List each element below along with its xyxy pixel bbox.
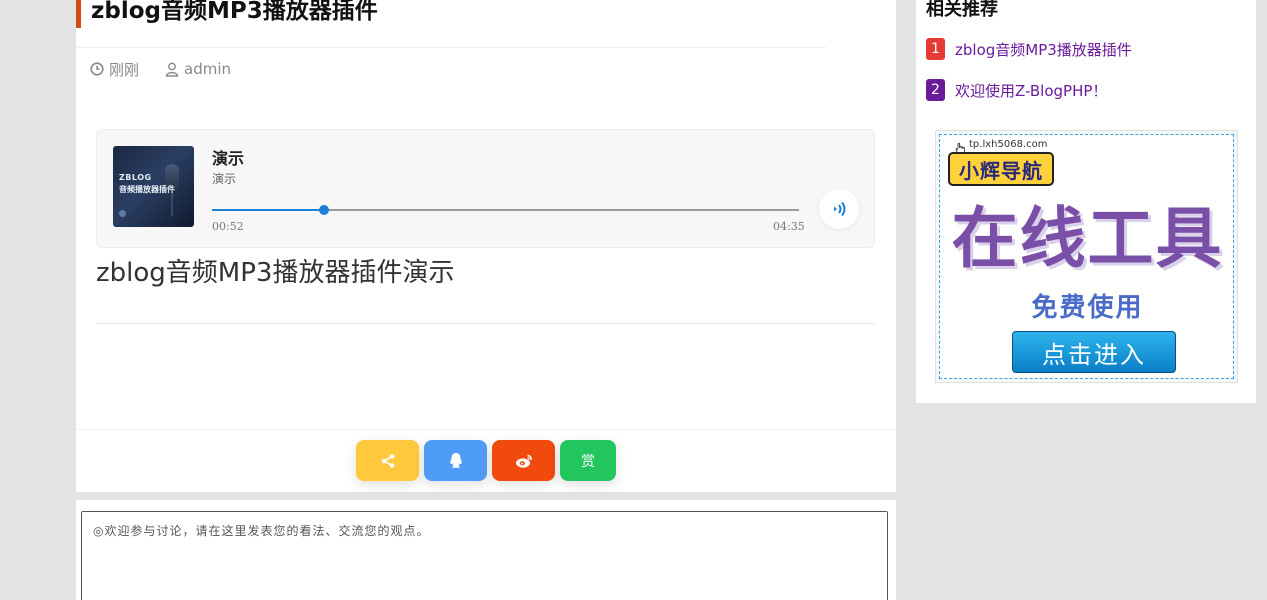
share-button[interactable] xyxy=(356,440,419,481)
reward-label: 赏 xyxy=(581,453,595,470)
progress-bar[interactable] xyxy=(212,205,799,215)
content-divider xyxy=(96,323,875,324)
sidebar-title: 相关推荐 xyxy=(926,0,998,20)
related-item-number: 1 xyxy=(926,38,945,60)
current-time: 00:52 xyxy=(212,220,244,233)
article-title: zblog音频MP3播放器插件 xyxy=(76,0,378,28)
track-artist: 演示 xyxy=(212,172,237,186)
article-panel: zblog音频MP3播放器插件 刚刚 admin ZBLOG 音频播放器插件 演… xyxy=(76,0,896,492)
volume-button[interactable] xyxy=(819,189,859,229)
reward-button[interactable]: 赏 xyxy=(560,440,616,481)
related-item-link[interactable]: zblog音频MP3播放器插件 xyxy=(955,39,1132,60)
ad-headline: 在线工具 xyxy=(951,200,1224,277)
comment-input[interactable]: ◎欢迎参与讨论，请在这里发表您的看法、交流您的观点。 xyxy=(81,511,888,600)
related-item-number: 2 xyxy=(926,79,945,101)
related-item[interactable]: 2 欢迎使用Z-BlogPHP！ xyxy=(926,79,1107,101)
comment-section: ◎欢迎参与讨论，请在这里发表您的看法、交流您的观点。 xyxy=(76,500,896,600)
ad-brand-badge: 小辉导航 xyxy=(948,152,1054,186)
related-item[interactable]: 1 zblog音频MP3播放器插件 xyxy=(926,38,1132,60)
ad-enter-button[interactable]: 点击进入 xyxy=(1012,331,1176,373)
ad-url: tp.lxh5068.com xyxy=(969,139,1048,150)
ad-banner[interactable]: tp.lxh5068.com 小辉导航 在线工具 免费使用 点击进入 xyxy=(935,130,1238,383)
album-cover: ZBLOG 音频播放器插件 xyxy=(113,146,194,227)
share-divider xyxy=(76,429,896,430)
article-body-text: zblog音频MP3播放器插件演示 xyxy=(96,258,455,288)
article-meta: 刚刚 admin xyxy=(90,58,257,80)
track-title: 演示 xyxy=(212,149,245,168)
meta-time: 刚刚 xyxy=(90,59,139,80)
progress-fill xyxy=(212,209,324,211)
user-icon xyxy=(165,62,179,77)
ad-banner-inner: tp.lxh5068.com 小辉导航 在线工具 免费使用 点击进入 xyxy=(939,134,1234,379)
qq-share-button[interactable] xyxy=(424,440,487,481)
audio-player: ZBLOG 音频播放器插件 演示 演示 00:52 04:35 xyxy=(96,129,875,248)
cover-text-line1: ZBLOG xyxy=(119,173,152,182)
meta-author[interactable]: admin xyxy=(165,60,231,78)
meta-time-text: 刚刚 xyxy=(109,60,140,79)
clock-icon xyxy=(90,62,104,76)
meta-author-text: admin xyxy=(184,60,232,78)
ad-subline: 免费使用 xyxy=(1031,293,1144,323)
microphone-stand xyxy=(171,192,173,216)
weibo-share-button[interactable] xyxy=(492,440,555,481)
progress-handle[interactable] xyxy=(318,205,329,215)
total-time: 04:35 xyxy=(773,220,805,233)
share-bar: 赏 xyxy=(356,440,621,481)
title-divider xyxy=(76,47,826,48)
qq-icon xyxy=(449,452,462,468)
volume-icon xyxy=(834,201,846,217)
share-icon xyxy=(381,453,394,468)
related-item-link[interactable]: 欢迎使用Z-BlogPHP！ xyxy=(955,80,1107,101)
weibo-icon xyxy=(515,454,532,468)
cover-dot-icon xyxy=(119,210,126,217)
cover-text-line2: 音频播放器插件 xyxy=(119,185,175,194)
